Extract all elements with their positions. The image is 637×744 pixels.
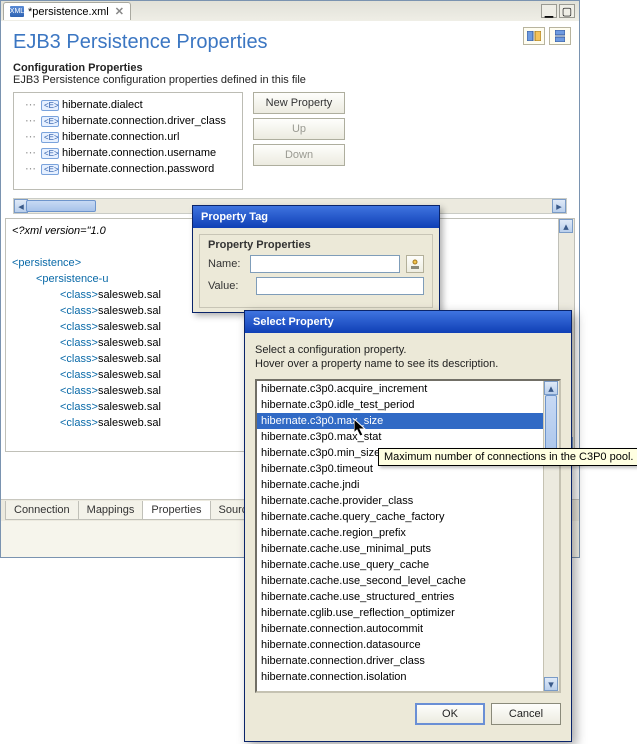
xml-file-icon: XML xyxy=(10,6,24,17)
list-item[interactable]: hibernate.cache.use_second_level_cache xyxy=(257,573,543,589)
element-badge-icon: <E> xyxy=(41,116,59,127)
editor-tab[interactable]: XML *persistence.xml ✕ xyxy=(3,2,131,20)
tree-item[interactable]: ⋯<E>hibernate.connection.password xyxy=(16,161,240,177)
tree-connector-icon: ⋯ xyxy=(20,161,38,177)
value-field[interactable] xyxy=(256,277,424,295)
window-buttons: ▁ ▢ xyxy=(541,4,579,18)
move-down-button[interactable]: Down xyxy=(253,144,345,166)
property-tree[interactable]: ⋯<E>hibernate.dialect⋯<E>hibernate.conne… xyxy=(13,92,243,190)
tooltip: Maximum number of connections in the C3P… xyxy=(378,448,637,466)
dialog-hint: Select a configuration property. Hover o… xyxy=(255,343,561,371)
list-item[interactable]: hibernate.connection.datasource xyxy=(257,637,543,653)
list-item[interactable]: hibernate.c3p0.max_stat xyxy=(257,429,543,445)
list-item[interactable]: hibernate.c3p0.max_size xyxy=(257,413,543,429)
content-assist-icon[interactable] xyxy=(406,255,424,273)
tab-connection[interactable]: Connection xyxy=(5,501,79,520)
list-item[interactable]: hibernate.connection.isolation xyxy=(257,669,543,685)
list-item[interactable]: hibernate.cache.jndi xyxy=(257,477,543,493)
tree-item-label: hibernate.connection.password xyxy=(62,161,214,177)
vertical-layout-icon[interactable] xyxy=(549,27,571,45)
button-column: New Property Up Down xyxy=(253,92,345,190)
scroll-down-icon[interactable]: ▾ xyxy=(544,677,558,691)
form-toolbar xyxy=(523,27,571,45)
ok-button[interactable]: OK xyxy=(415,703,485,725)
tree-item[interactable]: ⋯<E>hibernate.connection.url xyxy=(16,129,240,145)
config-row: ⋯<E>hibernate.dialect⋯<E>hibernate.conne… xyxy=(1,92,579,190)
property-tag-dialog: Property Tag Property Properties Name: V… xyxy=(192,205,440,313)
element-badge-icon: <E> xyxy=(41,164,59,175)
scroll-up-icon[interactable]: ▴ xyxy=(544,381,558,395)
tree-item-label: hibernate.connection.driver_class xyxy=(62,113,226,129)
tab-filename: *persistence.xml xyxy=(28,6,109,18)
tree-item-label: hibernate.connection.username xyxy=(62,145,216,161)
list-item[interactable]: hibernate.cache.use_minimal_puts xyxy=(257,541,543,557)
scroll-right-icon[interactable]: ▸ xyxy=(552,199,566,213)
dialog-button-row: OK Cancel xyxy=(245,697,571,735)
move-up-button[interactable]: Up xyxy=(253,118,345,140)
dialog-title[interactable]: Property Tag xyxy=(193,206,439,228)
scroll-up-icon[interactable]: ▴ xyxy=(559,219,573,233)
tree-connector-icon: ⋯ xyxy=(20,113,38,129)
minimize-icon[interactable]: ▁ xyxy=(541,4,557,18)
tree-item-label: hibernate.dialect xyxy=(62,97,143,113)
tree-item-label: hibernate.connection.url xyxy=(62,129,179,145)
horizontal-layout-icon[interactable] xyxy=(523,27,545,45)
name-field[interactable] xyxy=(250,255,400,273)
page-title: EJB3 Persistence Properties xyxy=(1,21,579,58)
list-item[interactable]: hibernate.connection.driver_class xyxy=(257,653,543,669)
tree-item[interactable]: ⋯<E>hibernate.dialect xyxy=(16,97,240,113)
tab-mappings[interactable]: Mappings xyxy=(78,501,144,520)
close-icon[interactable]: ✕ xyxy=(115,5,124,18)
dialog-body: Select a configuration property. Hover o… xyxy=(245,333,571,697)
hint-line-1: Select a configuration property. xyxy=(255,343,561,357)
vertical-scrollbar[interactable]: ▴ ▾ xyxy=(543,381,559,691)
select-property-dialog: Select Property Select a configuration p… xyxy=(244,310,572,742)
list-item[interactable]: hibernate.c3p0.idle_test_period xyxy=(257,397,543,413)
cancel-button[interactable]: Cancel xyxy=(491,703,561,725)
list-item[interactable]: hibernate.cache.provider_class xyxy=(257,493,543,509)
property-listbox[interactable]: hibernate.c3p0.acquire_incrementhibernat… xyxy=(255,379,561,693)
list-item[interactable]: hibernate.cache.use_structured_entries xyxy=(257,589,543,605)
property-group: Property Properties Name: Value: xyxy=(199,234,433,308)
value-label: Value: xyxy=(208,280,250,292)
tab-bar: XML *persistence.xml ✕ ▁ ▢ xyxy=(1,1,579,21)
tree-connector-icon: ⋯ xyxy=(20,129,38,145)
list-item[interactable]: hibernate.c3p0.acquire_increment xyxy=(257,381,543,397)
list-item[interactable]: hibernate.cache.query_cache_factory xyxy=(257,509,543,525)
tree-connector-icon: ⋯ xyxy=(20,97,38,113)
list-item[interactable]: hibernate.cache.use_query_cache xyxy=(257,557,543,573)
tree-item[interactable]: ⋯<E>hibernate.connection.username xyxy=(16,145,240,161)
list-item[interactable]: hibernate.connection.autocommit xyxy=(257,621,543,637)
new-property-button[interactable]: New Property xyxy=(253,92,345,114)
tab-properties[interactable]: Properties xyxy=(142,501,210,520)
name-row: Name: xyxy=(208,255,424,273)
scrollbar-thumb[interactable] xyxy=(26,200,96,212)
element-badge-icon: <E> xyxy=(41,132,59,143)
list-item[interactable]: hibernate.cache.region_prefix xyxy=(257,525,543,541)
element-badge-icon: <E> xyxy=(41,148,59,159)
element-badge-icon: <E> xyxy=(41,100,59,111)
tree-connector-icon: ⋯ xyxy=(20,145,38,161)
maximize-icon[interactable]: ▢ xyxy=(559,4,575,18)
dialog-title[interactable]: Select Property xyxy=(245,311,571,333)
group-heading: Property Properties xyxy=(208,239,424,251)
section-description: EJB3 Persistence configuration propertie… xyxy=(1,74,579,92)
section-heading: Configuration Properties xyxy=(1,58,579,74)
hint-line-2: Hover over a property name to see its de… xyxy=(255,357,561,371)
tree-item[interactable]: ⋯<E>hibernate.connection.driver_class xyxy=(16,113,240,129)
value-row: Value: xyxy=(208,277,424,295)
name-label: Name: xyxy=(208,258,244,270)
list-item[interactable]: hibernate.cglib.use_reflection_optimizer xyxy=(257,605,543,621)
